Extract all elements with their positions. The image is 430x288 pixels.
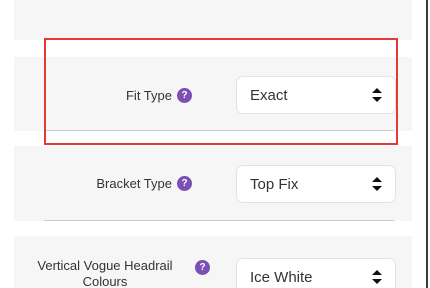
bracket-type-help-icon[interactable]: ? <box>177 175 192 191</box>
fit-type-select[interactable]: Exact <box>236 76 396 114</box>
options-panel-top <box>14 0 412 40</box>
fit-type-help-icon[interactable]: ? <box>177 87 192 103</box>
bracket-type-label-group: Bracket Type ? <box>54 173 192 193</box>
select-arrows-icon <box>372 177 382 191</box>
headrail-colours-label-group: Vertical Vogue Headrail Colours ? <box>14 258 210 288</box>
bracket-type-selected-value: Top Fix <box>250 175 299 193</box>
divider <box>44 130 394 131</box>
bracket-type-label: Bracket Type <box>96 175 172 191</box>
bracket-type-select[interactable]: Top Fix <box>236 165 396 203</box>
scrollbar-edge <box>426 0 428 288</box>
divider <box>44 220 394 221</box>
headrail-colours-label: Vertical Vogue Headrail Colours <box>37 258 173 288</box>
fit-type-label: Fit Type <box>125 87 172 103</box>
headrail-colours-row: Vertical Vogue Headrail Colours ? Ice Wh… <box>14 236 412 288</box>
select-arrows-icon <box>372 88 382 102</box>
product-options-page: Fit Type ? Exact Bracket Type ? Top Fix <box>0 0 430 288</box>
bracket-type-row: Bracket Type ? Top Fix <box>14 146 412 221</box>
fit-type-label-group: Fit Type ? <box>76 85 192 105</box>
fit-type-row: Fit Type ? Exact <box>14 57 412 131</box>
headrail-colours-help-icon[interactable]: ? <box>195 260 210 275</box>
headrail-colours-selected-value: Ice White <box>250 268 313 286</box>
select-arrows-icon <box>372 270 382 284</box>
headrail-colours-select[interactable]: Ice White <box>236 258 396 288</box>
fit-type-selected-value: Exact <box>250 86 288 104</box>
